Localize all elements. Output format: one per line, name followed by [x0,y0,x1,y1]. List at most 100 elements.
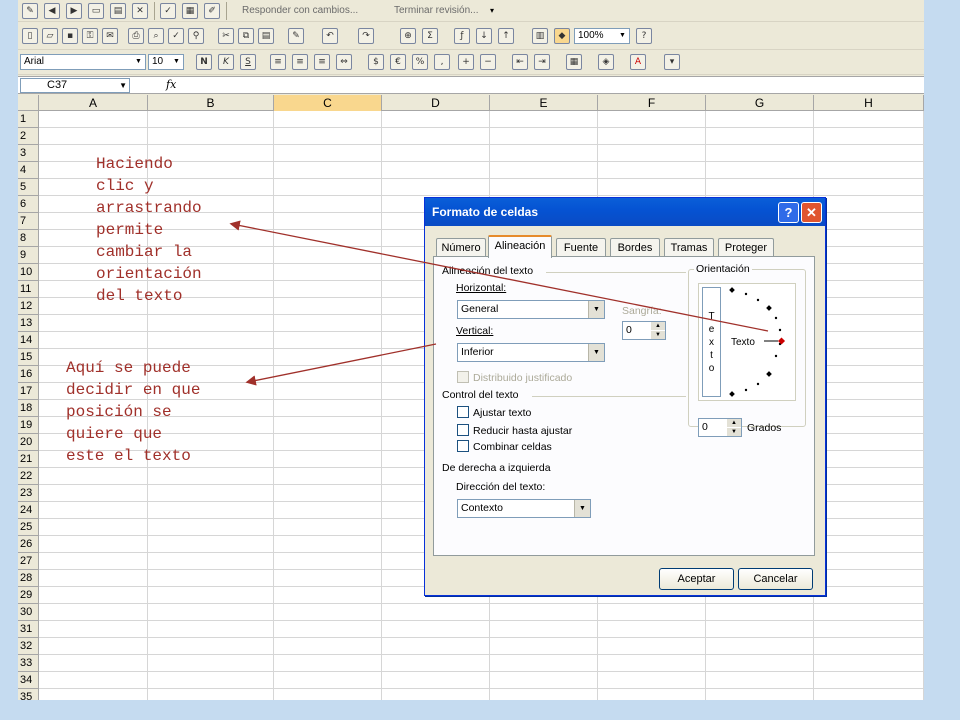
tab-proteger[interactable]: Proteger [718,238,774,257]
tab-fuente[interactable]: Fuente [556,238,606,257]
drawing-icon[interactable]: ◆ [554,28,570,44]
redo-icon[interactable]: ↷ [358,28,374,44]
row-header[interactable]: 20 [18,434,39,451]
column-header[interactable]: D [382,95,490,111]
undo-icon[interactable]: ↶ [322,28,338,44]
protect-sheet-icon[interactable]: ▦ [182,3,198,19]
row-header[interactable]: 35 [18,689,39,700]
row-header[interactable]: 5 [18,179,39,196]
insert-function-icon[interactable]: fx [166,78,176,91]
dialog-title-bar[interactable]: Formato de celdas [425,198,825,226]
zoom-select[interactable]: 100% ▼ [574,28,630,44]
row-header[interactable]: 9 [18,247,39,264]
email-icon[interactable]: ✉ [102,28,118,44]
reply-with-changes-button[interactable]: Responder con cambios... [242,5,358,16]
sort-descending-icon[interactable]: ↑ [498,28,514,44]
format-painter-icon[interactable]: ✎ [288,28,304,44]
column-header[interactable]: B [148,95,274,111]
autosum-icon[interactable]: Σ [422,28,438,44]
spin-up-icon[interactable]: ▲ [727,419,741,427]
merge-center-icon[interactable]: ⇔ [336,54,352,70]
column-header[interactable]: E [490,95,598,111]
spin-up-icon[interactable]: ▲ [651,322,665,330]
print-icon[interactable]: ⎙ [128,28,144,44]
row-header[interactable]: 10 [18,264,39,281]
help-button[interactable]: ? [778,202,799,223]
row-header[interactable]: 23 [18,485,39,502]
row-header[interactable]: 17 [18,383,39,400]
column-header[interactable]: F [598,95,706,111]
show-all-comments-icon[interactable]: ▤ [110,3,126,19]
research-icon[interactable]: ⚲ [188,28,204,44]
decrease-decimal-icon[interactable]: − [480,54,496,70]
column-header[interactable]: H [814,95,924,111]
end-review-button[interactable]: Terminar revisión... [394,5,478,16]
row-header[interactable]: 28 [18,570,39,587]
currency-style-icon[interactable]: $ [368,54,384,70]
name-box[interactable]: C37 ▼ [20,78,130,93]
edit-icon[interactable]: ✐ [204,3,220,19]
vertical-text-toggle[interactable]: T e x t o [702,287,721,397]
tab-numero[interactable]: Número [436,238,486,257]
row-header[interactable]: 4 [18,162,39,179]
align-left-icon[interactable]: ≡ [270,54,286,70]
row-header[interactable]: 24 [18,502,39,519]
toolbar-options-icon[interactable]: ▾ [664,54,680,70]
show-comment-icon[interactable]: ▭ [88,3,104,19]
merge-cells-checkbox[interactable] [457,440,469,452]
distributed-checkbox[interactable] [457,371,469,383]
sort-ascending-icon[interactable]: ↓ [476,28,492,44]
print-preview-icon[interactable]: ⌕ [148,28,164,44]
row-header[interactable]: 25 [18,519,39,536]
increase-decimal-icon[interactable]: + [458,54,474,70]
row-header[interactable]: 13 [18,315,39,332]
open-folder-icon[interactable]: ▱ [42,28,58,44]
row-header[interactable]: 3 [18,145,39,162]
row-header[interactable]: 21 [18,451,39,468]
row-header[interactable]: 16 [18,366,39,383]
spelling-icon[interactable]: ✓ [168,28,184,44]
chart-wizard-icon[interactable]: ▥ [532,28,548,44]
vertical-select[interactable]: Inferior ▼ [457,343,605,362]
spin-down-icon[interactable]: ▼ [651,331,665,339]
orientation-dial[interactable]: Texto [726,284,796,402]
fill-color-icon[interactable]: ◈ [598,54,614,70]
euro-icon[interactable]: € [390,54,406,70]
row-header[interactable]: 14 [18,332,39,349]
delete-comment-icon[interactable]: ✕ [132,3,148,19]
column-header[interactable]: C [274,95,382,111]
permission-icon[interactable]: ⚿ [82,28,98,44]
help-icon[interactable]: ? [636,28,652,44]
row-header[interactable]: 22 [18,468,39,485]
new-comment-icon[interactable]: ✎ [22,3,38,19]
row-header[interactable]: 32 [18,638,39,655]
row-header[interactable]: 18 [18,400,39,417]
column-header[interactable]: G [706,95,814,111]
spin-down-icon[interactable]: ▼ [727,428,741,436]
track-changes-icon[interactable]: ✓ [160,3,176,19]
degrees-spinner[interactable]: 0 ▲ ▼ [698,418,742,437]
row-header[interactable]: 15 [18,349,39,366]
comma-style-icon[interactable]: , [434,54,450,70]
tab-tramas[interactable]: Tramas [664,238,714,257]
indent-spinner[interactable]: 0 ▲ ▼ [622,321,666,340]
row-header[interactable]: 1 [18,111,39,128]
new-document-icon[interactable]: ▯ [22,28,38,44]
row-header[interactable]: 6 [18,196,39,213]
row-header[interactable]: 12 [18,298,39,315]
save-icon[interactable]: ▪ [62,28,78,44]
font-size-select[interactable]: 10 ▼ [148,54,184,70]
tab-alineacion[interactable]: Alineación [488,235,552,258]
select-all-corner[interactable] [18,95,39,111]
cancel-button[interactable]: Cancelar [738,568,813,590]
row-header[interactable]: 26 [18,536,39,553]
text-direction-select[interactable]: Contexto ▼ [457,499,591,518]
row-header[interactable]: 11 [18,281,39,298]
increase-indent-icon[interactable]: ⇥ [534,54,550,70]
align-right-icon[interactable]: ≡ [314,54,330,70]
horizontal-select[interactable]: General ▼ [457,300,605,319]
column-header[interactable]: A [39,95,148,111]
underline-button[interactable]: S [240,54,256,70]
close-button[interactable]: ✕ [801,202,822,223]
italic-button[interactable]: K [218,54,234,70]
